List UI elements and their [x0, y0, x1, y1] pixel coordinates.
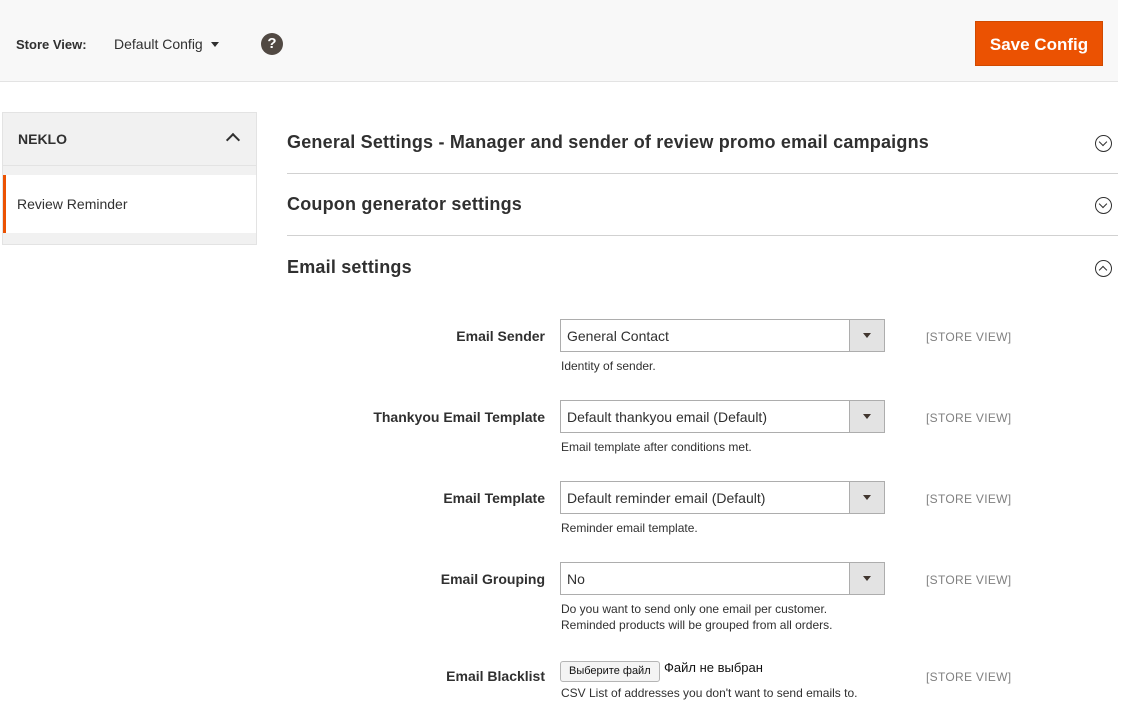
- section-general-settings[interactable]: General Settings - Manager and sender of…: [287, 112, 1118, 174]
- scope-label: [STORE VIEW]: [926, 670, 1012, 684]
- section-title: Coupon generator settings: [287, 194, 523, 214]
- email-template-note: Reminder email template.: [561, 521, 698, 535]
- caret-down-icon: [863, 333, 871, 338]
- scope-label: [STORE VIEW]: [926, 573, 1012, 587]
- email-template-select[interactable]: Default reminder email (Default): [560, 481, 885, 514]
- select-value: Default thankyou email (Default): [567, 409, 767, 425]
- collapse-circle-icon: [1095, 260, 1112, 277]
- config-sidebar: NEKLO Review Reminder: [2, 112, 257, 245]
- scope-label: [STORE VIEW]: [926, 411, 1012, 425]
- sidebar-group-header[interactable]: NEKLO: [2, 112, 257, 166]
- note-line: Do you want to send only one email per c…: [561, 602, 828, 616]
- select-value: General Contact: [567, 328, 669, 344]
- chevron-up-icon: [225, 132, 241, 148]
- sidebar-group-title: NEKLO: [18, 131, 67, 147]
- email-grouping-select[interactable]: No: [560, 562, 885, 595]
- caret-down-icon: [210, 41, 219, 47]
- email-template-label: Email Template: [443, 490, 545, 506]
- select-arrow: [849, 563, 884, 594]
- save-config-button[interactable]: Save Config: [975, 21, 1103, 66]
- select-arrow: [849, 401, 884, 432]
- email-grouping-label: Email Grouping: [440, 571, 545, 587]
- expand-circle-icon: [1095, 135, 1112, 152]
- sidebar-item-label: Review Reminder: [17, 196, 128, 212]
- sidebar-item-review-reminder[interactable]: Review Reminder: [3, 175, 256, 233]
- sidebar-list: Review Reminder: [2, 166, 257, 245]
- email-blacklist-label: Email Blacklist: [446, 668, 545, 684]
- email-sender-label: Email Sender: [456, 328, 545, 344]
- choose-file-button[interactable]: Выберите файл: [560, 661, 660, 682]
- section-title: Email settings: [287, 257, 412, 277]
- thankyou-template-note: Email template after conditions met.: [561, 440, 752, 454]
- select-arrow: [849, 320, 884, 351]
- section-title: General Settings - Manager and sender of…: [287, 132, 929, 152]
- select-value: Default reminder email (Default): [567, 490, 766, 506]
- scope-label: [STORE VIEW]: [926, 330, 1012, 344]
- store-view-bar: Store View: Default Config ? Save Config: [0, 0, 1118, 82]
- email-sender-select[interactable]: General Contact: [560, 319, 885, 352]
- caret-down-icon: [863, 576, 871, 581]
- store-view-label: Store View:: [16, 37, 87, 52]
- email-sender-note: Identity of sender.: [561, 359, 656, 373]
- store-view-switcher[interactable]: Default Config: [114, 36, 219, 52]
- select-value: No: [567, 571, 585, 587]
- email-blacklist-note: CSV List of addresses you don't want to …: [561, 686, 858, 700]
- store-view-value: Default Config: [114, 36, 203, 52]
- email-grouping-note: Do you want to send only one email per c…: [561, 601, 832, 633]
- expand-circle-icon: [1095, 197, 1112, 214]
- section-email-settings[interactable]: Email settings: [287, 236, 1118, 296]
- file-status: Файл не выбран: [664, 660, 763, 675]
- caret-down-icon: [863, 495, 871, 500]
- select-arrow: [849, 482, 884, 513]
- caret-down-icon: [863, 414, 871, 419]
- note-line: Reminded products will be grouped from a…: [561, 618, 833, 632]
- thankyou-template-select[interactable]: Default thankyou email (Default): [560, 400, 885, 433]
- help-icon[interactable]: ?: [261, 33, 283, 55]
- section-coupon-generator[interactable]: Coupon generator settings: [287, 174, 1118, 236]
- scope-label: [STORE VIEW]: [926, 492, 1012, 506]
- thankyou-template-label: Thankyou Email Template: [373, 409, 545, 425]
